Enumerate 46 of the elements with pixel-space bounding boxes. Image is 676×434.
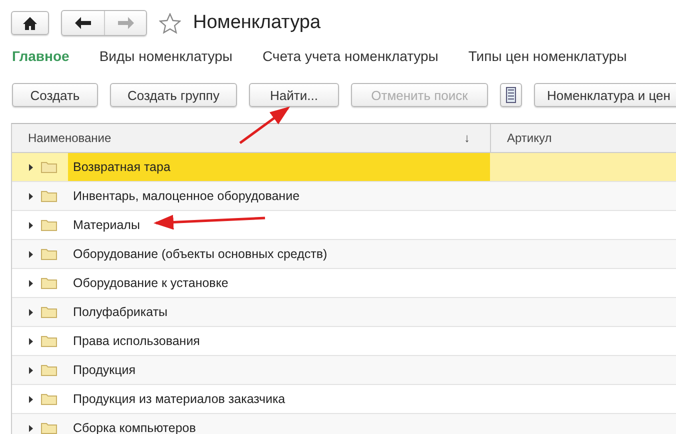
annotation-arrow (239, 106, 290, 144)
expand-icon[interactable] (29, 192, 33, 200)
table-cell[interactable] (490, 153, 676, 181)
right-arrow-icon (118, 17, 134, 29)
expand-icon[interactable] (29, 222, 33, 228)
toolbar-button[interactable]: Создать группу (110, 83, 237, 107)
folder-icon (41, 393, 57, 405)
nav-link[interactable]: Счета учета номенклатуры (262, 48, 438, 72)
folder-icon (41, 277, 57, 289)
folder-icon (41, 306, 57, 318)
left-arrow-icon (75, 17, 91, 29)
expand-icon[interactable] (29, 366, 33, 374)
sort-indicator: ↓ (464, 131, 470, 145)
expand-icon[interactable] (29, 250, 33, 258)
table-cell[interactable]: Возвратная тара (12, 153, 490, 181)
toolbar-button[interactable]: Создать (12, 83, 98, 107)
column-header[interactable]: Наименование ↓ (12, 124, 490, 152)
nav-link[interactable]: Главное (12, 48, 70, 72)
expand-icon[interactable] (29, 308, 33, 316)
column-header[interactable]: Артикул (490, 124, 676, 152)
table-cell[interactable]: Оборудование к установке (12, 269, 490, 297)
table-cell[interactable]: Права использования (12, 327, 490, 355)
table-cell[interactable]: Материалы (12, 211, 490, 239)
folder-icon (41, 248, 57, 260)
toolbar-button[interactable]: Найти... (249, 83, 339, 107)
folder-icon (41, 190, 57, 202)
home-button[interactable] (11, 11, 49, 35)
folder-icon (41, 422, 57, 434)
folder-icon (41, 364, 57, 376)
home-icon (23, 16, 37, 30)
folder-icon (41, 161, 57, 173)
list-icon (506, 87, 516, 103)
list-button[interactable] (500, 83, 522, 107)
nav-link[interactable]: Виды номенклатуры (99, 48, 232, 72)
folder-icon (41, 335, 57, 347)
expand-icon[interactable] (29, 424, 33, 432)
expand-icon[interactable] (29, 396, 33, 402)
toolbar-button[interactable]: Номенклатура и цен (534, 83, 676, 107)
star-icon[interactable] (159, 12, 181, 34)
table-cell[interactable]: Продукция из материалов заказчика (12, 385, 490, 413)
expand-icon[interactable] (29, 280, 33, 286)
expand-icon[interactable] (29, 164, 33, 170)
window-title: Номенклатура (193, 12, 321, 34)
folder-icon (41, 219, 57, 231)
expand-icon[interactable] (29, 338, 33, 344)
nav-link[interactable]: Типы цен номенклатуры (468, 48, 627, 72)
